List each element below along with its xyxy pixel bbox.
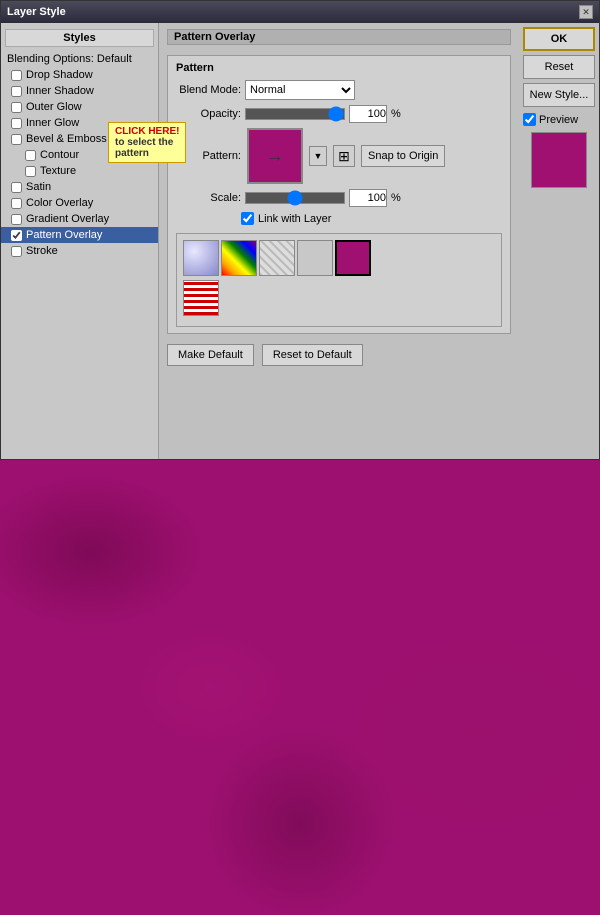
sidebar-item-inner-shadow[interactable]: Inner Shadow bbox=[1, 83, 158, 99]
preview-label: Preview bbox=[539, 114, 578, 126]
pattern-overlay-label: Pattern Overlay bbox=[26, 229, 102, 241]
subsection-title: Pattern bbox=[176, 62, 502, 74]
background-canvas bbox=[0, 460, 600, 915]
make-default-button[interactable]: Make Default bbox=[167, 344, 254, 366]
sidebar-item-stroke[interactable]: Stroke bbox=[1, 243, 158, 259]
gradient-overlay-check[interactable] bbox=[11, 214, 22, 225]
section-title: Pattern Overlay bbox=[167, 29, 511, 45]
outer-glow-label: Outer Glow bbox=[26, 101, 82, 113]
stroke-check[interactable] bbox=[11, 246, 22, 257]
right-panel: OK Reset New Style... Preview bbox=[519, 23, 599, 459]
inner-glow-label: Inner Glow bbox=[26, 117, 79, 129]
sidebar-item-color-overlay[interactable]: Color Overlay bbox=[1, 195, 158, 211]
contour-check[interactable] bbox=[25, 150, 36, 161]
texture-label: Texture bbox=[40, 165, 76, 177]
sidebar-item-drop-shadow[interactable]: Drop Shadow bbox=[1, 67, 158, 83]
pattern-grid bbox=[183, 240, 495, 276]
blending-label: Blending Options: Default bbox=[7, 53, 132, 65]
opacity-slider-container: 100 % bbox=[245, 105, 401, 123]
opacity-row: Opacity: 100 % bbox=[176, 105, 502, 123]
pattern-section: Pattern Blend Mode: Normal Opacity: 100 … bbox=[167, 55, 511, 334]
scale-label: Scale: bbox=[176, 192, 241, 204]
preview-box bbox=[531, 132, 587, 188]
center-panel: Pattern Overlay Pattern Blend Mode: Norm… bbox=[159, 23, 519, 459]
inner-shadow-check[interactable] bbox=[11, 86, 22, 97]
preview-check[interactable] bbox=[523, 113, 536, 126]
color-overlay-check[interactable] bbox=[11, 198, 22, 209]
opacity-percent: % bbox=[391, 108, 401, 120]
blend-mode-select[interactable]: Normal bbox=[245, 80, 355, 100]
pattern-cell-gray2[interactable] bbox=[297, 240, 333, 276]
pattern-grid-row2 bbox=[183, 280, 495, 316]
tooltip: CLICK HERE! to select the pattern bbox=[108, 122, 186, 163]
pattern-cell-gray1[interactable] bbox=[259, 240, 295, 276]
sidebar-item-blending[interactable]: Blending Options: Default bbox=[1, 51, 158, 67]
left-panel: Styles Blending Options: Default Drop Sh… bbox=[1, 23, 159, 459]
pattern-dropdown-button[interactable]: ▼ bbox=[309, 146, 327, 166]
sidebar-item-satin[interactable]: Satin bbox=[1, 179, 158, 195]
scale-percent: % bbox=[391, 192, 401, 204]
color-overlay-label: Color Overlay bbox=[26, 197, 93, 209]
link-layer-row: Link with Layer bbox=[176, 212, 502, 225]
bevel-label: Bevel & Emboss bbox=[26, 133, 107, 145]
pattern-dropdown-panel bbox=[176, 233, 502, 327]
pattern-cell-stripes[interactable] bbox=[183, 280, 219, 316]
drop-shadow-check[interactable] bbox=[11, 70, 22, 81]
action-buttons: Make Default Reset to Default bbox=[167, 344, 511, 366]
opacity-label: Opacity: bbox=[176, 108, 241, 120]
scale-slider-container: 100 % bbox=[245, 189, 401, 207]
pattern-row: Pattern: → ▼ ⊞ Snap to Origin bbox=[176, 128, 502, 184]
satin-label: Satin bbox=[26, 181, 51, 193]
outer-glow-check[interactable] bbox=[11, 102, 22, 113]
scale-slider[interactable] bbox=[245, 192, 345, 204]
pattern-cell-magenta[interactable] bbox=[335, 240, 371, 276]
blend-mode-row: Blend Mode: Normal bbox=[176, 80, 502, 100]
pattern-overlay-check[interactable] bbox=[11, 230, 22, 241]
pattern-arrow-icon: → bbox=[266, 146, 284, 167]
ok-button[interactable]: OK bbox=[523, 27, 595, 51]
tooltip-line3: pattern bbox=[115, 148, 149, 159]
snap-to-origin-button[interactable]: Snap to Origin bbox=[361, 145, 445, 167]
opacity-slider[interactable] bbox=[245, 108, 345, 120]
dialog-body: Styles Blending Options: Default Drop Sh… bbox=[1, 23, 599, 459]
blend-mode-label: Blend Mode: bbox=[176, 84, 241, 96]
stroke-label: Stroke bbox=[26, 245, 58, 257]
dialog-title: Layer Style bbox=[7, 6, 66, 18]
scale-input[interactable]: 100 bbox=[349, 189, 387, 207]
inner-glow-check[interactable] bbox=[11, 118, 22, 129]
link-layer-check[interactable] bbox=[241, 212, 254, 225]
dialog-titlebar: Layer Style ✕ bbox=[1, 1, 599, 23]
scale-row: Scale: 100 % bbox=[176, 189, 502, 207]
texture-check[interactable] bbox=[25, 166, 36, 177]
layer-style-dialog: Layer Style ✕ Styles Blending Options: D… bbox=[0, 0, 600, 460]
new-style-button[interactable]: New Style... bbox=[523, 83, 595, 107]
contour-label: Contour bbox=[40, 149, 79, 161]
link-layer-label: Link with Layer bbox=[258, 213, 331, 225]
inner-shadow-label: Inner Shadow bbox=[26, 85, 94, 97]
drop-shadow-label: Drop Shadow bbox=[26, 69, 93, 81]
pattern-cell-bubble[interactable] bbox=[183, 240, 219, 276]
opacity-input[interactable]: 100 bbox=[349, 105, 387, 123]
tooltip-line1: CLICK HERE! bbox=[115, 126, 179, 137]
reset-button[interactable]: Reset bbox=[523, 55, 595, 79]
sidebar-item-texture[interactable]: Texture bbox=[1, 163, 158, 179]
sidebar-item-gradient-overlay[interactable]: Gradient Overlay bbox=[1, 211, 158, 227]
gradient-overlay-label: Gradient Overlay bbox=[26, 213, 109, 225]
pattern-extra-button[interactable]: ⊞ bbox=[333, 145, 355, 167]
sidebar-item-outer-glow[interactable]: Outer Glow bbox=[1, 99, 158, 115]
styles-header: Styles bbox=[5, 29, 154, 47]
close-button[interactable]: ✕ bbox=[579, 5, 593, 19]
pattern-cell-rainbow[interactable] bbox=[221, 240, 257, 276]
bevel-check[interactable] bbox=[11, 134, 22, 145]
satin-check[interactable] bbox=[11, 182, 22, 193]
tooltip-line2: to select the bbox=[115, 137, 173, 148]
sidebar-item-pattern-overlay[interactable]: Pattern Overlay bbox=[1, 227, 158, 243]
pattern-preview[interactable]: → bbox=[247, 128, 303, 184]
preview-row: Preview bbox=[523, 113, 595, 126]
reset-to-default-button[interactable]: Reset to Default bbox=[262, 344, 363, 366]
